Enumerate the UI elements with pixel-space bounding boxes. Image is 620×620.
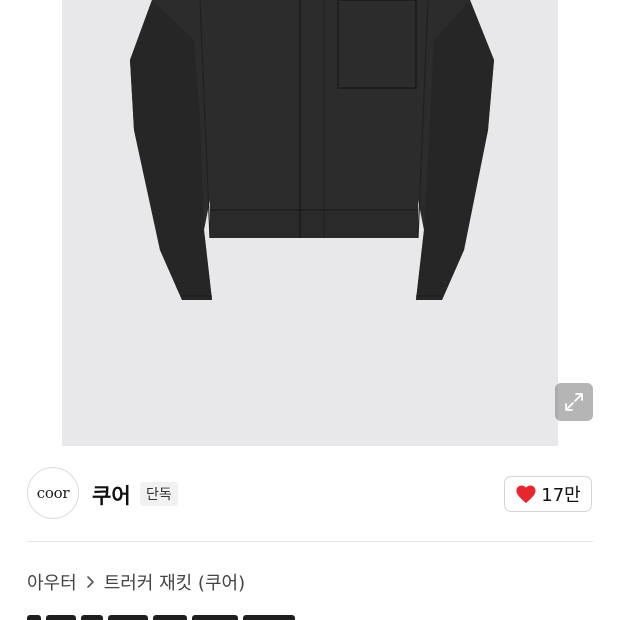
jacket-illustration (130, 0, 494, 300)
product-title-partial (27, 610, 357, 620)
exclusive-badge: 단독 (140, 482, 178, 506)
like-button[interactable]: 17만 (504, 476, 592, 512)
brand-row: coor 쿠어 단독 17만 (0, 454, 620, 534)
brand-logo-text: coor (36, 484, 70, 502)
divider (27, 541, 593, 542)
brand-name[interactable]: 쿠어 (92, 480, 131, 510)
breadcrumb-subcategory[interactable]: 트러커 재킷 (쿠어) (104, 569, 245, 595)
like-count: 17만 (541, 485, 581, 506)
product-image[interactable] (62, 0, 558, 446)
expand-icon (565, 393, 583, 411)
chevron-right-icon (86, 575, 95, 589)
expand-button[interactable] (555, 383, 593, 421)
breadcrumb-category[interactable]: 아우터 (27, 569, 77, 595)
heart-icon (516, 485, 536, 504)
breadcrumb: 아우터 트러커 재킷 (쿠어) (27, 569, 245, 595)
brand-logo[interactable]: coor (27, 467, 79, 519)
